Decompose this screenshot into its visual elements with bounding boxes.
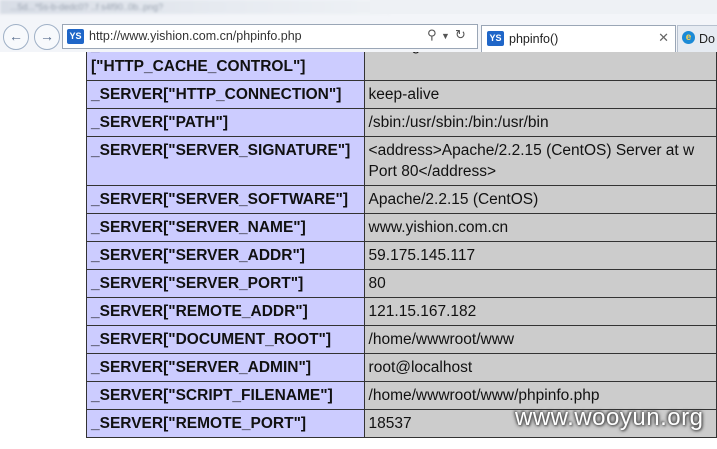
back-arrow-icon: ← [9,28,23,44]
row-key: _SERVER["SERVER_SIGNATURE"] [86,136,365,186]
tab-favicon: YS [487,31,504,46]
row-key: _SERVER["SERVER_SOFTWARE"] [86,185,365,214]
ie-icon: e [682,31,695,44]
table-row: _SERVER["HTTP_CONNECTION"] keep-alive [86,80,717,109]
chevron-down-icon[interactable]: ▼ [441,31,450,41]
phpinfo-table-body: _SERVER["HTTP_CACHE_CONTROL"]max-age=259… [86,31,717,438]
row-value: keep-alive [363,80,717,109]
table-row: _SERVER["SERVER_ADDR"] 59.175.145.117 [86,241,717,270]
row-key: _SERVER["REMOTE_ADDR"] [86,297,365,326]
row-key: _SERVER["SCRIPT_FILENAME"] [86,381,365,410]
forward-button[interactable]: → [34,24,60,50]
row-key: _SERVER["REMOTE_PORT"] [86,409,365,438]
table-row: _SERVER["PATH"]/sbin:/usr/sbin:/bin:/usr… [86,108,717,137]
tab-inactive-title: Do [699,32,715,46]
forward-arrow-icon: → [40,28,54,44]
row-value: www.yishion.com.cn [363,213,717,242]
row-key: _SERVER["HTTP_CONNECTION"] [86,80,365,109]
table-row: _SERVER["DOCUMENT_ROOT"]/home/wwwroot/ww… [86,325,717,354]
row-value: /sbin:/usr/sbin:/bin:/usr/bin [363,108,717,137]
table-row: _SERVER["REMOTE_ADDR"] 121.15.167.182 [86,297,717,326]
back-button[interactable]: ← [3,24,29,50]
phpinfo-table: _SERVER["HTTP_CACHE_CONTROL"]max-age=259… [86,31,717,438]
search-icon[interactable]: ⚲ [427,27,437,43]
table-row: _SERVER["SERVER_SOFTWARE"] Apache/2.2.15 … [86,185,717,214]
tab-title: phpinfo() [509,32,559,46]
row-key: _SERVER["PATH"] [86,108,365,137]
row-value: 121.15.167.182 [363,297,717,326]
close-icon[interactable]: ✕ [658,30,669,46]
row-value: root@localhost [363,353,717,382]
row-value: 59.175.145.117 [363,241,717,270]
row-key: _SERVER["SERVER_ADDR"] [86,241,365,270]
page-content: _SERVER["HTTP_CACHE_CONTROL"]max-age=259… [0,0,717,449]
blurred-window-title: ...5d...*5s-b-dedc0? ..f s4f90..0b..png? [0,0,390,14]
url-text[interactable]: http://www.yishion.com.cn/phpinfo.php [89,29,302,43]
row-key: _SERVER["SERVER_NAME"] [86,213,365,242]
browser-chrome: ...5d...*5s-b-dedc0? ..f s4f90..0b..png?… [0,0,717,52]
refresh-icon[interactable]: ↻ [455,27,466,43]
row-value: <address>Apache/2.2.15 (CentOS) Server a… [363,136,717,186]
row-key: _SERVER["SERVER_ADMIN"] [86,353,365,382]
row-value: /home/wwwroot/www [363,325,717,354]
address-bar[interactable]: YS http://www.yishion.com.cn/phpinfo.php… [62,24,478,49]
title-strip [370,0,717,14]
tab-inactive[interactable]: e Do [677,25,717,52]
row-value: 80 [363,269,717,298]
row-key: _SERVER["DOCUMENT_ROOT"] [86,325,365,354]
tab-phpinfo[interactable]: YS phpinfo() ✕ [481,25,676,52]
table-row: _SERVER["SERVER_ADMIN"] root@localhost [86,353,717,382]
row-value: Apache/2.2.15 (CentOS) [363,185,717,214]
row-key: _SERVER["SERVER_PORT"] [86,269,365,298]
table-row: _SERVER["SERVER_PORT"] 80 [86,269,717,298]
table-row: _SERVER["SERVER_NAME"] www.yishion.com.cn [86,213,717,242]
table-row: _SERVER["SERVER_SIGNATURE"] <address>Apac… [86,136,717,186]
watermark: www.wooyun.org [515,404,704,431]
site-favicon: YS [67,29,84,44]
